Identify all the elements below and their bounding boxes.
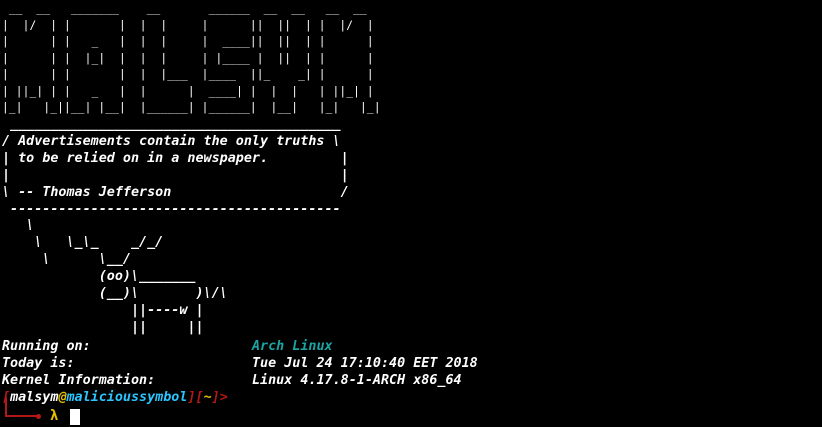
prompt-directory: ~ <box>203 390 212 405</box>
prompt-dir-close: ] <box>211 390 220 405</box>
text-cursor[interactable] <box>70 409 80 425</box>
lambda-prompt-symbol: λ <box>50 408 59 424</box>
terminal-window[interactable]: __ __ _______ __ ______ __ __ __ __ | |/… <box>0 0 822 427</box>
prompt-dot-icon <box>36 414 41 419</box>
info-row-os: Running on: Arch Linux <box>2 338 478 355</box>
cowsay-fortune: ________________________________________… <box>2 117 349 335</box>
prompt-host: malicioussymbol <box>66 390 188 405</box>
info-row-date: Today is: Tue Jul 24 17:10:40 EET 2018 <box>2 355 478 372</box>
prompt-arrow: > <box>219 390 228 405</box>
prompt-at-sign: @ <box>58 390 67 405</box>
info-value-os: Arch Linux <box>252 339 333 354</box>
prompt-corner-line <box>5 397 37 417</box>
info-value-date: Tue Jul 24 17:10:40 EET 2018 <box>252 356 478 372</box>
prompt-dir-open: [ <box>195 390 204 405</box>
system-info: Running on: Arch Linux Today is: Tue Jul… <box>2 338 478 390</box>
info-value-kernel: Linux 4.17.8-1-ARCH x86_64 <box>252 373 462 389</box>
prompt-close-bracket: ] <box>187 390 196 405</box>
info-row-kernel: Kernel Information: Linux 4.17.8-1-ARCH … <box>2 372 478 389</box>
info-label: Today is: <box>2 356 75 372</box>
info-label: Running on: <box>2 339 91 354</box>
ascii-banner-logo: __ __ _______ __ ______ __ __ __ __ | |/… <box>2 2 381 114</box>
info-label: Kernel Information: <box>2 373 156 389</box>
